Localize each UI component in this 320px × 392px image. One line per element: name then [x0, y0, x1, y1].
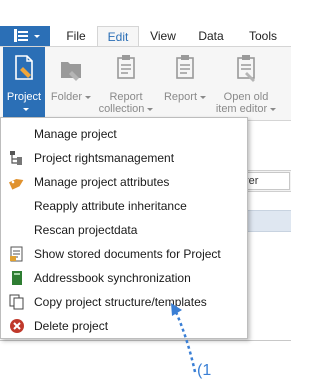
- menu-item-project-rightsmanagement[interactable]: Project rightsmanagement: [2, 146, 246, 170]
- dropdown-arrow-icon: [147, 107, 154, 111]
- project-document-icon: [15, 55, 33, 80]
- folder-button-label: Folder: [50, 91, 83, 103]
- ribbon-tab-strip: File Edit View Data Tools: [0, 0, 291, 46]
- menu-item-label: Reapply attribute inheritance: [34, 199, 187, 213]
- report-clipboard-icon: [176, 55, 194, 79]
- app-menu-button[interactable]: [0, 26, 50, 46]
- open-old-label-line1: Open old: [223, 91, 269, 103]
- dropdown-arrow-icon: [85, 95, 92, 99]
- tab-data[interactable]: Data: [190, 26, 232, 46]
- open-old-item-editor-button[interactable]: Open old item editor: [214, 47, 278, 120]
- menu-item-label: Manage project attributes: [34, 175, 170, 189]
- menu-item-rescan-projectdata[interactable]: Rescan projectdata: [2, 218, 246, 242]
- menu-item-manage-project-attributes[interactable]: Manage project attributes: [2, 170, 246, 194]
- rights-tree-icon: [10, 151, 22, 165]
- menu-item-addressbook-synchronization[interactable]: Addressbook synchronization: [2, 266, 246, 290]
- copy-icon: [9, 294, 24, 310]
- menu-item-label: Project rightsmanagement: [34, 151, 175, 165]
- menu-item-copy-project-structure[interactable]: Copy project structure/templates: [2, 290, 246, 314]
- stored-documents-icon: [10, 246, 23, 262]
- report-collection-button[interactable]: Report collection: [97, 47, 155, 120]
- menu-item-label: Delete project: [34, 319, 109, 333]
- dropdown-arrow-icon: [200, 95, 207, 99]
- divider: [0, 340, 291, 341]
- delete-icon: [10, 319, 24, 333]
- app-menu-icon: [14, 29, 30, 42]
- project-button-label: Project: [6, 91, 42, 103]
- addressbook-icon: [12, 271, 22, 285]
- report-button-label: Report: [163, 91, 198, 103]
- open-old-label-line2: item editor: [215, 103, 268, 115]
- dropdown-arrow-icon: [270, 107, 277, 111]
- annotation-label: (1: [197, 362, 212, 379]
- report-collection-icon: [117, 55, 135, 79]
- menu-item-label: Copy project structure/templates: [34, 295, 207, 309]
- report-collection-label-line1: Report: [109, 91, 143, 103]
- menu-item-label: Addressbook synchronization: [34, 271, 191, 285]
- tab-edit[interactable]: Edit: [97, 26, 139, 46]
- menu-item-manage-project[interactable]: Manage project: [2, 122, 246, 146]
- report-button[interactable]: Report: [160, 47, 210, 120]
- tab-view[interactable]: View: [143, 26, 183, 46]
- menu-item-label: Manage project: [34, 127, 117, 141]
- tag-icon: [9, 178, 24, 190]
- item-editor-icon: [237, 55, 255, 82]
- tab-tools[interactable]: Tools: [240, 26, 286, 46]
- menu-item-show-stored-documents[interactable]: Show stored documents for Project: [2, 242, 246, 266]
- dropdown-arrow-icon: [22, 107, 29, 111]
- folder-icon: [61, 62, 81, 81]
- folder-button[interactable]: Folder: [50, 47, 92, 120]
- report-collection-label-line2: collection: [98, 103, 145, 115]
- dropdown-arrow-icon: [34, 35, 40, 38]
- ribbon-panel: Project Folder Report collection Report: [0, 46, 291, 121]
- menu-item-reapply-attribute-inheritance[interactable]: Reapply attribute inheritance: [2, 194, 246, 218]
- tab-file[interactable]: File: [58, 26, 94, 46]
- menu-item-label: Show stored documents for Project: [34, 247, 221, 261]
- menu-item-delete-project[interactable]: Delete project: [2, 314, 246, 338]
- menu-item-label: Rescan projectdata: [34, 223, 138, 237]
- project-button[interactable]: Project: [3, 47, 45, 120]
- project-context-menu: Manage project Project rightsmanagement …: [0, 117, 248, 339]
